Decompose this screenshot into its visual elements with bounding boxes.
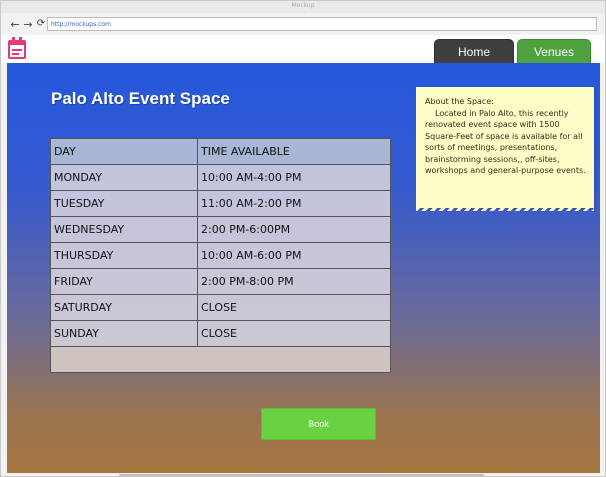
app-header: Home Venues: [1, 35, 605, 63]
column-header-day: DAY: [50, 138, 198, 165]
day-cell: WEDNESDAY: [50, 216, 198, 243]
title-bar: Mockup: [1, 1, 605, 13]
table-row: SUNDAY CLOSE: [50, 320, 391, 347]
table-row: MONDAY 10:00 AM-4:00 PM: [50, 164, 391, 191]
main-content: Palo Alto Event Space DAY TIME AVAILABLE…: [7, 63, 600, 473]
time-cell: CLOSE: [197, 294, 391, 321]
day-cell: SUNDAY: [50, 320, 198, 347]
day-cell: SATURDAY: [50, 294, 198, 321]
day-cell: TUESDAY: [50, 190, 198, 217]
tab-home[interactable]: Home: [434, 39, 514, 63]
table-row: THURSDAY 10:00 AM-6:00 PM: [50, 242, 391, 269]
empty-cell: [50, 346, 391, 373]
browser-toolbar: ← → ⟳ http://mockups.com: [1, 13, 605, 35]
page-title: Palo Alto Event Space: [51, 89, 230, 108]
day-cell: THURSDAY: [50, 242, 198, 269]
day-cell: FRIDAY: [50, 268, 198, 295]
note-title: About the Space:: [425, 97, 494, 106]
tab-venues[interactable]: Venues: [517, 39, 591, 63]
table-empty-row: [50, 346, 391, 373]
table-row: SATURDAY CLOSE: [50, 294, 391, 321]
column-header-time: TIME AVAILABLE: [197, 138, 391, 165]
browser-window: Mockup ← → ⟳ http://mockups.com Home Ven…: [0, 0, 606, 477]
table-header-row: DAY TIME AVAILABLE: [50, 138, 391, 165]
time-cell: 10:00 AM-6:00 PM: [197, 242, 391, 269]
reload-icon[interactable]: ⟳: [35, 17, 47, 31]
address-bar[interactable]: http://mockups.com: [47, 17, 597, 31]
window-title: Mockup: [291, 2, 315, 9]
back-arrow-icon[interactable]: ←: [9, 17, 21, 31]
calendar-icon[interactable]: [8, 37, 26, 59]
horizontal-scrollbar[interactable]: [119, 474, 484, 476]
about-sticky-note: About the Space: Located in Palo Alto, t…: [416, 87, 594, 211]
time-cell: 2:00 PM-8:00 PM: [197, 268, 391, 295]
day-cell: MONDAY: [50, 164, 198, 191]
note-body: Located in Palo Alto, this recently reno…: [425, 108, 586, 176]
table-row: WEDNESDAY 2:00 PM-6:00PM: [50, 216, 391, 243]
time-cell: 11:00 AM-2:00 PM: [197, 190, 391, 217]
table-row: TUESDAY 11:00 AM-2:00 PM: [50, 190, 391, 217]
time-cell: 2:00 PM-6:00PM: [197, 216, 391, 243]
table-row: FRIDAY 2:00 PM-8:00 PM: [50, 268, 391, 295]
forward-arrow-icon[interactable]: →: [22, 17, 34, 31]
schedule-table: DAY TIME AVAILABLE MONDAY 10:00 AM-4:00 …: [50, 138, 391, 373]
time-cell: 10:00 AM-4:00 PM: [197, 164, 391, 191]
book-button[interactable]: Book: [261, 408, 376, 440]
time-cell: CLOSE: [197, 320, 391, 347]
